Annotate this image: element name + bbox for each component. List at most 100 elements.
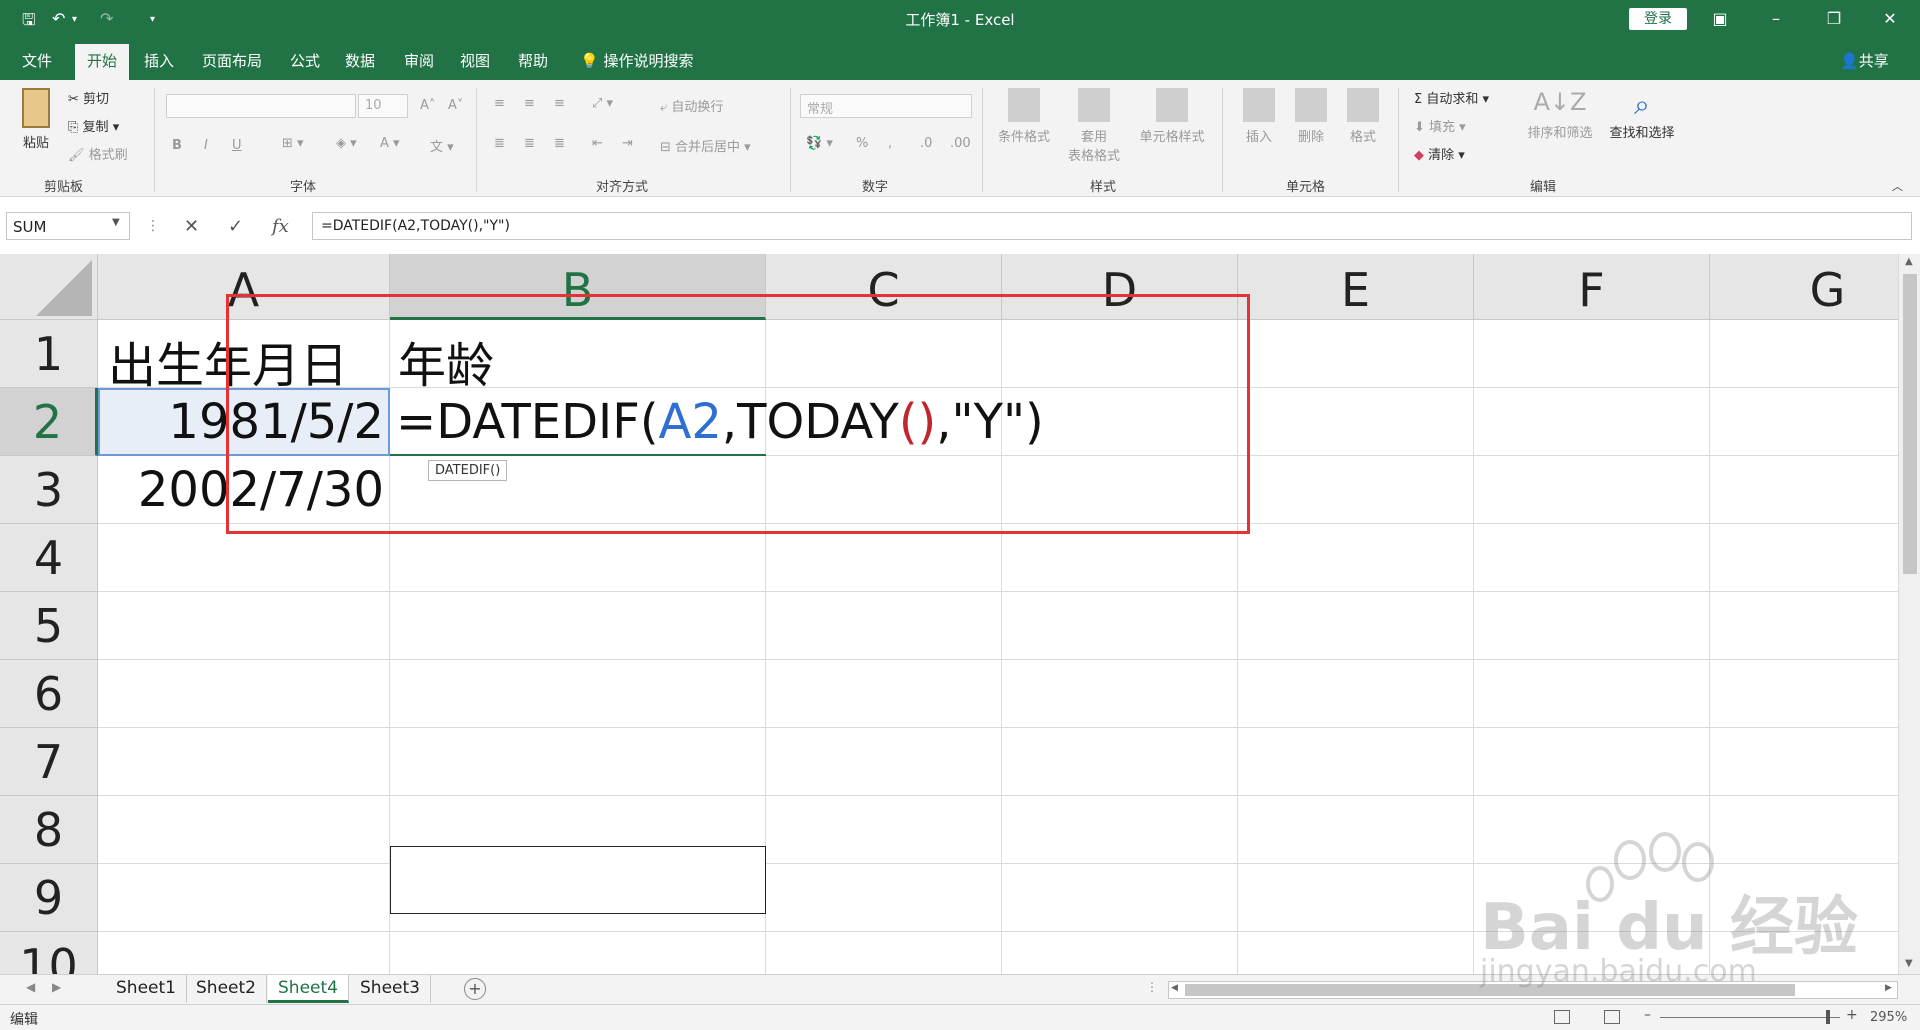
tab-page-layout[interactable]: 页面布局 xyxy=(202,50,262,71)
close-icon[interactable]: ✕ xyxy=(1870,4,1910,34)
cancel-icon[interactable]: ✕ xyxy=(184,216,199,237)
tab-formulas[interactable]: 公式 xyxy=(290,50,320,71)
font-name-combo xyxy=(166,94,356,118)
select-all-button[interactable] xyxy=(0,254,98,320)
align-bottom-icon: ≡ xyxy=(554,96,565,111)
sheet-tab-sheet4[interactable]: Sheet4 xyxy=(268,975,349,1003)
column-header-e[interactable]: E xyxy=(1238,254,1474,320)
align-center-icon: ≣ xyxy=(524,136,535,151)
name-box-dropdown-icon[interactable]: ▼ xyxy=(112,217,120,228)
tab-insert[interactable]: 插入 xyxy=(144,50,174,71)
excel-window: 🖫 ↶ ▾ ↷ ▾ 工作簿1 - Excel 登录 ▣ – ❐ ✕ 文件 开始 … xyxy=(0,0,1920,1030)
minimize-icon[interactable]: – xyxy=(1756,4,1796,34)
row-header-8[interactable]: 8 xyxy=(0,796,98,864)
styles-group-label: 样式 xyxy=(1090,180,1117,195)
font-size-combo: 10 xyxy=(358,94,408,118)
zoom-slider-thumb[interactable] xyxy=(1826,1010,1830,1024)
zoom-in-icon[interactable]: + xyxy=(1846,1007,1858,1023)
font-color-icon: A ▾ xyxy=(380,136,400,151)
underline-button: U xyxy=(232,138,242,153)
vertical-scrollbar[interactable]: ▲ ▼ xyxy=(1898,254,1920,974)
zoom-level[interactable]: 295% xyxy=(1870,1010,1907,1025)
sheet-prev-icon[interactable]: ◀ xyxy=(26,980,35,994)
tab-home[interactable]: 开始 xyxy=(75,44,130,80)
formula-input[interactable]: =DATEDIF(A2,TODAY(),"Y") xyxy=(312,212,1912,240)
scroll-right-icon[interactable]: ▶ xyxy=(1885,983,1892,993)
copy-button[interactable]: ⎘ 复制 ▾ xyxy=(68,116,119,135)
restore-icon[interactable]: ❐ xyxy=(1814,4,1854,34)
conditional-format-button: 条件格式 xyxy=(992,88,1056,145)
share-button[interactable]: 👤共享 xyxy=(1840,50,1889,71)
tab-data[interactable]: 数据 xyxy=(345,50,375,71)
tab-split-icon[interactable]: ⋮ xyxy=(1146,980,1158,994)
annotation-highlight-box xyxy=(226,294,1250,534)
sheet-tab-sheet3[interactable]: Sheet3 xyxy=(350,975,431,1003)
delete-cells-button: 删除 xyxy=(1288,88,1334,145)
align-middle-icon: ≡ xyxy=(524,96,535,111)
clear-button[interactable]: ◆ 清除 ▾ xyxy=(1414,144,1465,163)
insert-cells-icon xyxy=(1243,88,1275,122)
watermark-url: jingyan.baidu.com xyxy=(1480,954,1757,989)
row-header-3[interactable]: 3 xyxy=(0,456,98,524)
page-layout-view-icon[interactable] xyxy=(1604,1010,1620,1024)
fill-button: ⬇ 填充 ▾ xyxy=(1414,120,1466,135)
gridline xyxy=(1473,320,1474,974)
tab-review[interactable]: 审阅 xyxy=(404,50,434,71)
wrap-icon: ⤶ xyxy=(660,100,672,115)
scroll-left-icon[interactable]: ◀ xyxy=(1171,983,1178,993)
paste-button[interactable]: 粘贴 xyxy=(16,88,56,151)
sheet-tab-sheet1[interactable]: Sheet1 xyxy=(106,975,187,1003)
row-header-10[interactable]: 10 xyxy=(0,932,98,974)
merge-center-button: ⊟ 合并后居中 ▾ xyxy=(660,140,751,155)
vertical-scroll-thumb[interactable] xyxy=(1903,274,1917,574)
sheet-next-icon[interactable]: ▶ xyxy=(52,980,61,994)
lightbulb-icon: 💡 xyxy=(580,52,599,70)
tab-view[interactable]: 视图 xyxy=(460,50,490,71)
format-as-table-button: 套用 表格格式 xyxy=(1062,88,1126,164)
normal-view-icon[interactable] xyxy=(1554,1010,1570,1024)
cell-b5-outline[interactable] xyxy=(390,846,766,914)
tab-help[interactable]: 帮助 xyxy=(518,50,548,71)
login-button[interactable]: 登录 xyxy=(1629,8,1687,30)
cut-button[interactable]: ✂ 剪切 xyxy=(68,88,109,107)
scissors-icon: ✂ xyxy=(68,92,84,107)
row-header-5[interactable]: 5 xyxy=(0,592,98,660)
zoom-slider[interactable] xyxy=(1660,1017,1840,1018)
status-mode: 编辑 xyxy=(10,1012,38,1028)
select-all-triangle xyxy=(36,260,92,316)
add-sheet-icon[interactable]: + xyxy=(464,978,486,1000)
editing-group-label: 编辑 xyxy=(1530,180,1557,195)
row-header-7[interactable]: 7 xyxy=(0,728,98,796)
alignment-group-label: 对齐方式 xyxy=(596,180,649,195)
delete-cells-icon xyxy=(1295,88,1327,122)
copy-icon: ⎘ xyxy=(68,120,83,135)
collapse-ribbon-icon[interactable]: ︿ xyxy=(1892,178,1903,194)
group-separator xyxy=(982,88,983,192)
number-group-label: 数字 xyxy=(862,180,889,195)
gridline xyxy=(98,591,1898,592)
autosum-button[interactable]: Σ 自动求和 ▾ xyxy=(1414,88,1489,107)
zoom-out-icon[interactable]: – xyxy=(1644,1007,1651,1023)
insert-function-icon[interactable]: fx xyxy=(272,216,289,237)
column-header-g[interactable]: G xyxy=(1710,254,1898,320)
find-select-button[interactable]: ⌕ 查找和选择 xyxy=(1602,88,1682,141)
status-bar: 编辑 – + 295% xyxy=(0,1004,1920,1030)
row-header-6[interactable]: 6 xyxy=(0,660,98,728)
row-header-2[interactable]: 2 xyxy=(0,388,98,456)
scroll-down-icon[interactable]: ▼ xyxy=(1905,958,1913,969)
format-cells-button: 格式 xyxy=(1340,88,1386,145)
scroll-up-icon[interactable]: ▲ xyxy=(1905,256,1913,267)
cell-styles-button: 单元格样式 xyxy=(1134,88,1210,145)
row-header-9[interactable]: 9 xyxy=(0,864,98,932)
enter-icon[interactable]: ✓ xyxy=(228,216,243,237)
column-header-f[interactable]: F xyxy=(1474,254,1710,320)
sheet-tab-sheet2[interactable]: Sheet2 xyxy=(186,975,267,1003)
tell-me-search[interactable]: 💡 操作说明搜索 xyxy=(580,50,693,71)
fill-color-icon: ◈ ▾ xyxy=(336,136,357,151)
row-header-4[interactable]: 4 xyxy=(0,524,98,592)
merge-icon: ⊟ xyxy=(660,140,676,155)
tab-file[interactable]: 文件 xyxy=(22,50,52,71)
row-header-1[interactable]: 1 xyxy=(0,320,98,388)
ribbon-display-icon[interactable]: ▣ xyxy=(1700,4,1740,34)
eraser-icon: ◆ xyxy=(1414,148,1429,163)
